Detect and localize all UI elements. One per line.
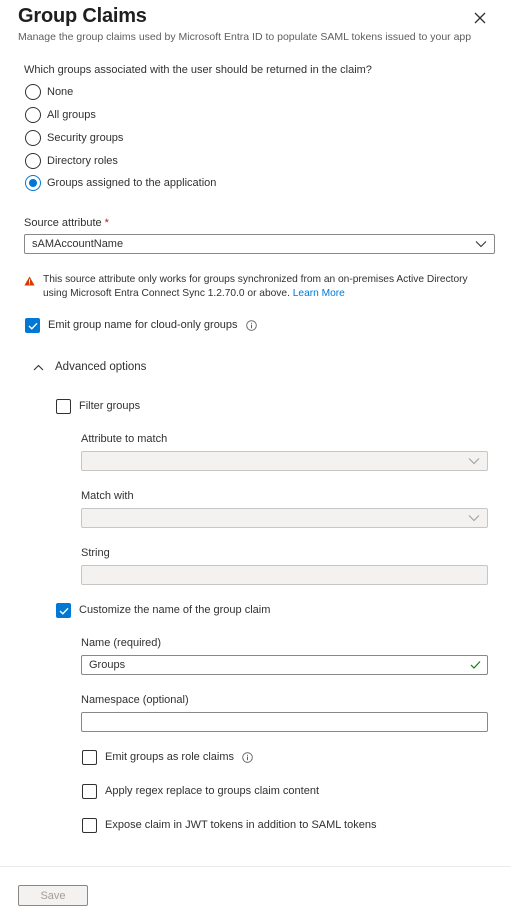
checkbox-label: Expose claim in JWT tokens in addition t…	[105, 819, 377, 831]
regex-replace-checkbox[interactable]: Apply regex replace to groups claim cont…	[82, 783, 319, 799]
string-label: String	[81, 547, 110, 559]
footer-divider	[0, 866, 511, 867]
checkbox-label: Filter groups	[79, 400, 141, 412]
page-subtitle: Manage the group claims used by Microsof…	[18, 31, 472, 43]
page-title: Group Claims	[18, 5, 147, 27]
checkbox-box-checked	[25, 317, 40, 333]
string-input	[81, 565, 488, 585]
match-with-select	[81, 508, 488, 528]
source-attribute-value: sAMAccountName	[32, 238, 124, 250]
advanced-options-label: Advanced options	[55, 361, 147, 373]
radio-none[interactable]: None	[25, 84, 73, 100]
learn-more-link[interactable]: Learn More	[293, 288, 345, 299]
namespace-label: Namespace (optional)	[81, 694, 189, 706]
radio-label: None	[47, 86, 74, 98]
checkbox-label: Apply regex replace to groups claim cont…	[105, 785, 320, 797]
checkbox-label: Customize the name of the group claim	[79, 604, 271, 616]
checkbox-label: Emit group name for cloud-only groups	[48, 319, 238, 331]
source-attribute-select[interactable]: sAMAccountName	[24, 234, 495, 254]
attribute-to-match-label: Attribute to match	[81, 433, 168, 445]
checkmark-icon	[59, 607, 69, 615]
name-label: Name (required)	[81, 637, 162, 649]
radio-circle	[25, 153, 41, 169]
radio-directory-roles[interactable]: Directory roles	[25, 153, 118, 169]
checkbox-box	[82, 783, 97, 799]
name-value: Groups	[89, 659, 126, 671]
emit-cloud-only-checkbox[interactable]: Emit group name for cloud-only groups	[25, 317, 257, 333]
required-marker: *	[104, 217, 109, 229]
save-button[interactable]: Save	[18, 885, 88, 906]
radio-circle	[25, 84, 41, 100]
close-button[interactable]	[471, 9, 489, 27]
group-selection-question: Which groups associated with the user sh…	[24, 64, 372, 76]
info-icon[interactable]	[245, 319, 257, 331]
chevron-up-icon	[33, 364, 44, 371]
name-input[interactable]: Groups	[81, 655, 488, 675]
customize-claim-name-checkbox[interactable]: Customize the name of the group claim	[56, 602, 270, 618]
match-with-label: Match with	[81, 490, 134, 502]
advanced-options-toggle[interactable]: Advanced options	[33, 359, 146, 375]
close-icon	[474, 12, 486, 24]
radio-security-groups[interactable]: Security groups	[25, 130, 123, 146]
warning-text: This source attribute only works for gro…	[43, 273, 494, 301]
chevron-down-icon	[475, 240, 487, 248]
valid-checkmark-icon	[470, 660, 481, 670]
checkbox-box	[82, 749, 97, 765]
chevron-down-icon	[468, 514, 480, 522]
checkbox-box	[82, 817, 97, 833]
info-icon[interactable]	[242, 751, 253, 763]
source-attribute-label: Source attribute *	[24, 217, 109, 229]
checkbox-box-checked	[56, 602, 71, 618]
radio-groups-assigned[interactable]: Groups assigned to the application	[25, 175, 216, 191]
radio-label: Groups assigned to the application	[47, 177, 217, 189]
checkmark-icon	[28, 322, 38, 330]
radio-label: Directory roles	[47, 155, 118, 167]
chevron-down-icon	[468, 457, 480, 465]
radio-label: Security groups	[47, 132, 124, 144]
checkbox-label: Emit groups as role claims	[105, 751, 234, 763]
radio-circle	[25, 107, 41, 123]
warning-icon	[24, 276, 35, 286]
attribute-to-match-select	[81, 451, 488, 471]
warning-message: This source attribute only works for gro…	[43, 274, 468, 299]
radio-circle-selected	[25, 175, 41, 191]
radio-label: All groups	[47, 109, 96, 121]
emit-role-claims-checkbox[interactable]: Emit groups as role claims	[82, 749, 253, 765]
checkbox-box	[56, 398, 71, 414]
radio-all-groups[interactable]: All groups	[25, 107, 96, 123]
namespace-input[interactable]	[81, 712, 488, 732]
sync-warning: This source attribute only works for gro…	[24, 273, 494, 301]
expose-jwt-checkbox[interactable]: Expose claim in JWT tokens in addition t…	[82, 817, 376, 833]
filter-groups-checkbox[interactable]: Filter groups	[56, 398, 140, 414]
source-attribute-label-text: Source attribute	[24, 217, 102, 229]
radio-circle	[25, 130, 41, 146]
